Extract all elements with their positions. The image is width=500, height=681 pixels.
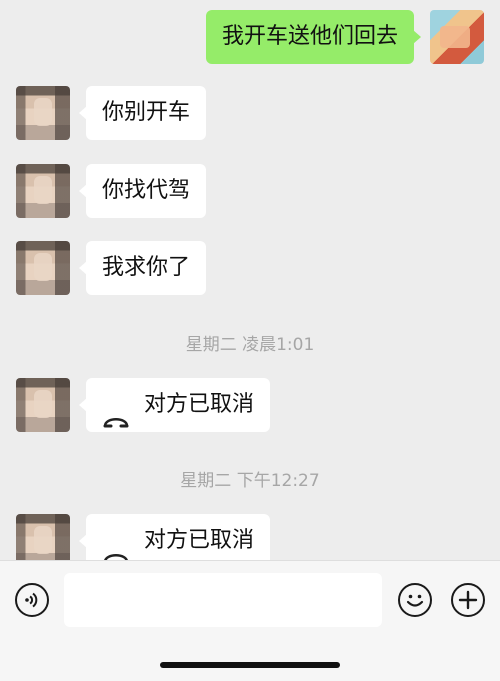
message-row-outgoing: 我开车送他们回去 (0, 0, 500, 74)
emoji-icon[interactable] (398, 583, 432, 617)
message-input[interactable] (64, 573, 382, 627)
message-row-incoming: 你别开车 (0, 78, 500, 142)
message-bubble-incoming[interactable]: 你找代驾 (78, 164, 207, 218)
avatar-contact[interactable] (16, 514, 70, 560)
plus-icon[interactable] (451, 583, 485, 617)
message-row-incoming: 你找代驾 (0, 156, 500, 220)
home-indicator (160, 662, 340, 668)
timestamp: 星期二 下午12:27 (180, 471, 320, 491)
avatar-contact[interactable] (16, 86, 70, 140)
call-status-text: 对方已取消 (144, 392, 255, 417)
message-row-incoming: 我求你了 (0, 233, 500, 297)
message-bubble-incoming[interactable]: 我求你了 (78, 241, 207, 295)
timestamp: 星期二 凌晨1:01 (185, 335, 315, 355)
avatar-contact[interactable] (16, 241, 70, 295)
call-row: 对方已取消 (0, 372, 500, 436)
call-row: 对方已取消 (0, 508, 500, 560)
call-status-text: 对方已取消 (144, 528, 255, 553)
avatar-self[interactable] (430, 10, 484, 64)
chat-area[interactable]: 我开车送他们回去 你别开车 你找代驾 我求你了 星期二 凌晨1:01 对方已取消 (0, 0, 500, 560)
call-bubble[interactable]: 对方已取消 (78, 378, 271, 432)
voice-icon[interactable] (15, 583, 49, 617)
message-bubble-outgoing[interactable]: 我开车送他们回去 (205, 10, 422, 64)
avatar-contact[interactable] (16, 164, 70, 218)
call-bubble[interactable]: 对方已取消 (78, 514, 271, 560)
phone-hangup-icon (102, 397, 130, 428)
avatar-contact[interactable] (16, 378, 70, 432)
message-bubble-incoming[interactable]: 你别开车 (78, 86, 207, 140)
phone-hangup-icon (102, 533, 130, 560)
